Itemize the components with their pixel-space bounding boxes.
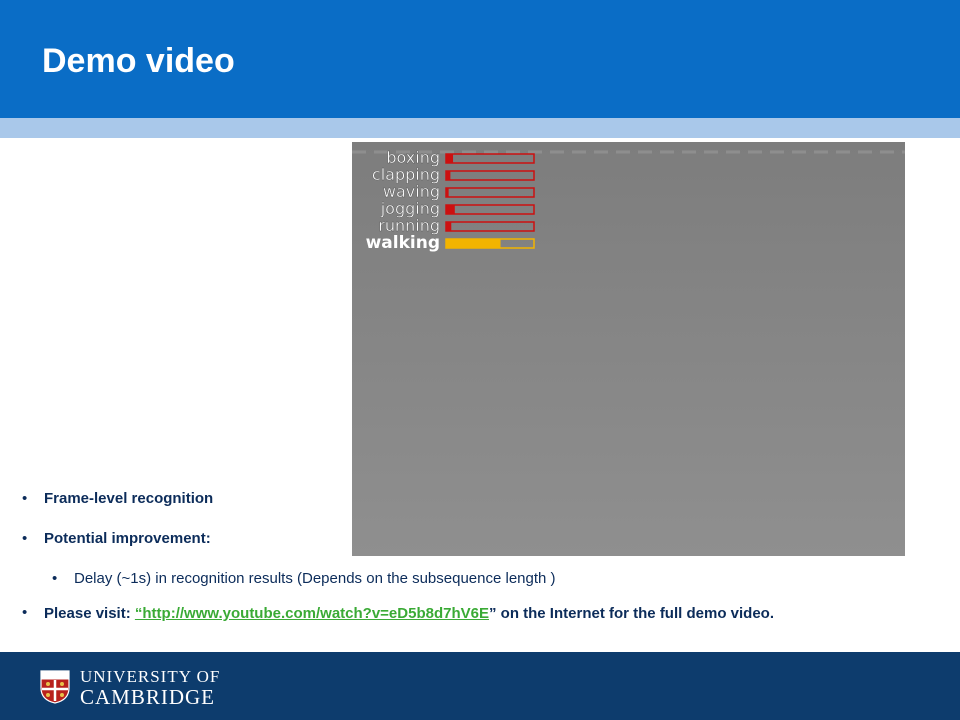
sub-bullet-dot: • xyxy=(52,570,58,587)
bullet-potential-improvement: Potential improvement: xyxy=(44,530,211,547)
cambridge-shield-icon xyxy=(40,670,70,704)
visit-prefix: Please visit: xyxy=(44,605,135,622)
activity-label-walking: walking xyxy=(366,233,440,253)
sub-bullet-delay: Delay (~1s) in recognition results (Depe… xyxy=(74,570,556,587)
bullet-dot: • xyxy=(22,530,28,547)
slide-title: Demo video xyxy=(42,42,235,80)
visit-suffix: ” on the Internet for the full demo vide… xyxy=(488,605,774,622)
university-logo: UNIVERSITY OF CAMBRIDGE xyxy=(80,667,221,709)
youtube-link[interactable]: “http://www.youtube.com/watch?v=eD5b8d7h… xyxy=(135,605,489,622)
activity-bar-fill-waving xyxy=(446,188,449,197)
header-stripe xyxy=(0,118,960,138)
logo-line-1: UNIVERSITY OF xyxy=(80,667,221,686)
activity-bar-fill-jogging xyxy=(446,205,455,214)
activity-bar-fill-running xyxy=(446,222,452,231)
video-frame-graphic: boxingclappingwavingjoggingrunningwalkin… xyxy=(352,142,905,556)
activity-bar-fill-walking xyxy=(446,239,501,248)
bullet-dot: • xyxy=(22,490,28,507)
activity-bar-fill-clapping xyxy=(446,171,451,180)
bullet-frame-level: Frame-level recognition xyxy=(44,490,214,507)
bullet-visit: Please visit: “http://www.youtube.com/wa… xyxy=(44,604,904,624)
demo-video-frame[interactable]: boxing clapping waving jogging running walkin… xyxy=(352,142,905,556)
activity-bar-fill-boxing xyxy=(446,154,454,163)
bullet-dot: • xyxy=(22,604,28,621)
logo-line-2: CAMBRIDGE xyxy=(80,685,216,709)
